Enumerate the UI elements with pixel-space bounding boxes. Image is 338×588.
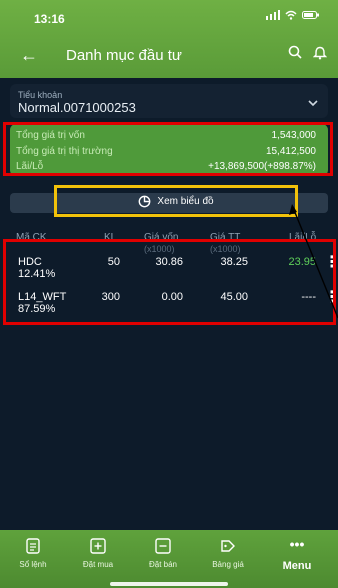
status-time: 13:16 (34, 12, 65, 26)
nav-price-board[interactable]: Bảng giá (203, 538, 253, 569)
order-book-icon (8, 538, 58, 556)
more-icon: ••• (289, 536, 305, 552)
search-icon[interactable] (288, 45, 302, 64)
holdings-highlight-box (3, 239, 336, 325)
nav-order-book-label: Sổ lệnh (19, 560, 47, 569)
buy-icon (73, 538, 123, 556)
sub-account-value: Normal.0071000253 (18, 100, 136, 115)
nav-menu-label: Menu (282, 560, 312, 572)
bell-icon[interactable] (312, 46, 328, 65)
home-indicator (110, 582, 228, 586)
view-chart-label: Xem biểu đồ (157, 195, 214, 207)
signal-icon (266, 10, 280, 20)
nav-menu[interactable]: ••• Menu (272, 536, 322, 572)
nav-order-book[interactable]: Sổ lệnh (8, 538, 58, 569)
page-title: Danh mục đầu tư (66, 47, 182, 64)
view-chart-button[interactable]: Xem biểu đồ (54, 185, 298, 217)
back-arrow-icon[interactable]: ← (20, 46, 38, 64)
sell-icon (138, 538, 188, 556)
sub-account-label: Tiểu khoản (18, 90, 63, 100)
status-icons (266, 10, 320, 20)
wifi-icon (285, 10, 297, 20)
nav-buy-label: Đặt mua (82, 560, 114, 569)
nav-sell-label: Đặt bán (148, 560, 178, 569)
pie-chart-icon (139, 195, 151, 207)
nav-sell[interactable]: Đặt bán (138, 538, 188, 569)
price-board-icon (203, 538, 253, 556)
nav-buy[interactable]: Đặt mua (73, 538, 123, 569)
nav-price-board-label: Bảng giá (212, 560, 244, 569)
summary-highlight-box (3, 122, 333, 176)
battery-icon (302, 11, 319, 19)
chevron-down-icon[interactable] (308, 96, 318, 110)
